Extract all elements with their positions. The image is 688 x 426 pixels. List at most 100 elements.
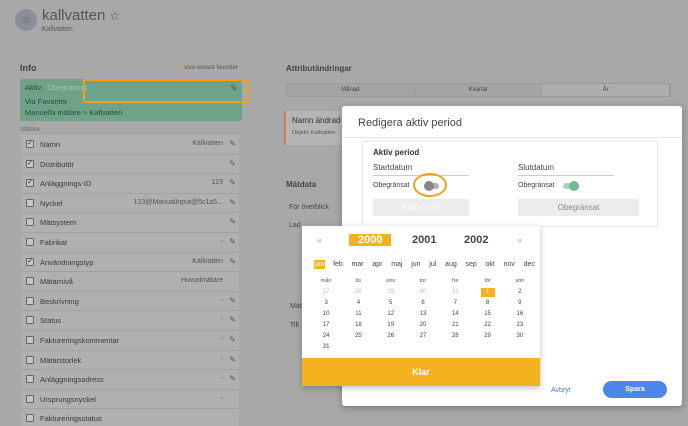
row-checkbox[interactable] (26, 394, 34, 403)
month-option[interactable]: sep (464, 260, 477, 269)
edit-pencil-icon[interactable]: ✎ (229, 198, 236, 207)
day-cell[interactable]: 7 (439, 299, 471, 310)
day-cell[interactable]: 11 (342, 310, 374, 321)
month-option[interactable]: okt (485, 260, 496, 269)
day-cell[interactable]: 19 (375, 321, 407, 332)
meter-path[interactable]: Manuella mätare > Kallvatten (25, 108, 122, 117)
favorite-star-icon[interactable]: ☆ (109, 9, 120, 23)
edit-pencil-icon[interactable]: ✎ (229, 139, 236, 148)
month-option[interactable]: maj (390, 260, 403, 269)
row-checkbox[interactable] (26, 237, 34, 246)
month-option[interactable]: apr (371, 260, 383, 269)
edit-pencil-icon[interactable]: ✎ (229, 374, 236, 383)
day-cell[interactable]: 17 (310, 321, 342, 332)
row-checkbox[interactable]: ✓ (26, 179, 34, 188)
day-cell[interactable]: 28 (342, 288, 374, 299)
row-checkbox[interactable] (26, 277, 34, 286)
save-button[interactable]: Spara (603, 381, 667, 398)
day-cell[interactable]: 12 (375, 310, 407, 321)
edit-pencil-icon[interactable]: ✎ (229, 237, 236, 246)
day-cell[interactable]: 31 (439, 288, 471, 299)
month-option[interactable]: dec (523, 260, 536, 269)
done-button[interactable]: Klar (302, 358, 540, 386)
day-cell[interactable]: 25 (342, 332, 374, 343)
tab-quarter[interactable]: Kvartal (414, 84, 543, 96)
month-option[interactable]: mar (351, 260, 365, 269)
edit-pencil-icon[interactable]: ✎ (229, 217, 236, 226)
day-cell[interactable]: 29 (375, 288, 407, 299)
day-cell[interactable]: 21 (439, 321, 471, 332)
day-cell[interactable]: 27 (407, 332, 439, 343)
day-cell[interactable]: 9 (504, 299, 536, 310)
day-cell[interactable]: 31 (310, 343, 342, 354)
day-cell[interactable]: 22 (471, 321, 503, 332)
weekday-label: fre (452, 278, 459, 284)
row-checkbox[interactable] (26, 335, 34, 344)
end-unlimited-toggle[interactable] (563, 181, 579, 191)
year-option[interactable]: 2001 (412, 234, 436, 246)
day-cell[interactable]: 16 (504, 310, 536, 321)
day-cell[interactable]: 5 (375, 299, 407, 310)
end-date-input[interactable]: Obegränsat (518, 199, 639, 216)
day-cell[interactable]: 24 (310, 332, 342, 343)
month-option[interactable]: jan (314, 260, 326, 269)
row-checkbox[interactable] (26, 375, 34, 384)
favorites-only-link[interactable]: ★visa endast favoriter (179, 64, 238, 71)
row-checkbox[interactable] (26, 218, 34, 227)
edit-pencil-icon[interactable]: ✎ (229, 257, 236, 266)
edit-pencil-icon[interactable]: ✎ (229, 355, 236, 364)
row-checkbox[interactable] (26, 355, 34, 364)
day-cell[interactable]: 29 (471, 332, 503, 343)
overview-text: För överblick (289, 204, 330, 211)
row-label: Användningstyp (40, 257, 94, 267)
day-cell[interactable]: 27 (310, 288, 342, 299)
row-checkbox[interactable] (26, 316, 34, 325)
start-date-input[interactable]: 2000-01-01 (373, 199, 469, 216)
row-checkbox[interactable] (26, 414, 34, 423)
edit-pencil-icon[interactable]: ✎ (229, 296, 236, 305)
prev-years-icon[interactable]: « (317, 235, 322, 245)
day-cell (439, 343, 471, 354)
day-cell[interactable]: 3 (310, 299, 342, 310)
day-cell[interactable]: 2 (504, 288, 536, 299)
attribute-list: ✓ Namn Kallvatten ✎ ✓ Distributör ✎ ✓ Anläggning… (21, 135, 239, 426)
row-checkbox[interactable]: ✓ (26, 140, 34, 148)
year-option[interactable]: 2002 (464, 234, 488, 246)
day-cell[interactable]: 6 (407, 299, 439, 310)
day-cell[interactable]: 18 (342, 321, 374, 332)
day-cell[interactable]: 4 (342, 299, 374, 310)
change-card[interactable]: Namn ändrad Objekt: Kallvatten (284, 111, 344, 145)
edit-pencil-icon[interactable]: ✎ (229, 159, 236, 168)
day-cell[interactable]: 23 (504, 321, 536, 332)
day-cell[interactable]: 13 (407, 310, 439, 321)
month-option[interactable]: aug (444, 260, 458, 269)
next-years-icon[interactable]: » (517, 235, 522, 245)
tab-month[interactable]: Månad (287, 84, 415, 96)
row-checkbox[interactable]: ✓ (26, 257, 34, 266)
month-option[interactable]: nov (503, 260, 516, 269)
year-option[interactable]: 2000 (349, 234, 392, 246)
tab-year[interactable]: År (542, 84, 671, 96)
day-cell[interactable]: 30 (407, 288, 439, 299)
day-cell[interactable]: 30 (504, 332, 536, 343)
day-cell[interactable]: 28 (439, 332, 471, 343)
selected-day[interactable]: 1 (480, 288, 495, 297)
day-cell[interactable]: 8 (471, 299, 503, 310)
day-cell[interactable]: 20 (407, 321, 439, 332)
month-option[interactable]: jul (428, 260, 437, 269)
day-cell[interactable]: 15 (471, 310, 503, 321)
day-cell[interactable]: 14 (439, 310, 471, 321)
row-checkbox[interactable]: ✓ (26, 159, 34, 168)
edit-pencil-icon[interactable]: ✎ (229, 178, 236, 187)
day-cell[interactable]: 1 (471, 288, 503, 299)
edit-pencil-icon[interactable]: ✎ (229, 335, 236, 344)
cancel-button[interactable]: Avbryt (551, 387, 571, 394)
edit-pencil-icon[interactable]: ✎ (229, 315, 236, 324)
day-cell[interactable]: 26 (375, 332, 407, 343)
month-option[interactable]: jun (410, 260, 421, 269)
row-checkbox[interactable] (26, 296, 34, 305)
day-cell[interactable]: 10 (310, 310, 342, 321)
month-option[interactable]: feb (332, 260, 344, 269)
row-checkbox[interactable] (26, 198, 34, 207)
row-value: Kallvatten (192, 140, 223, 147)
